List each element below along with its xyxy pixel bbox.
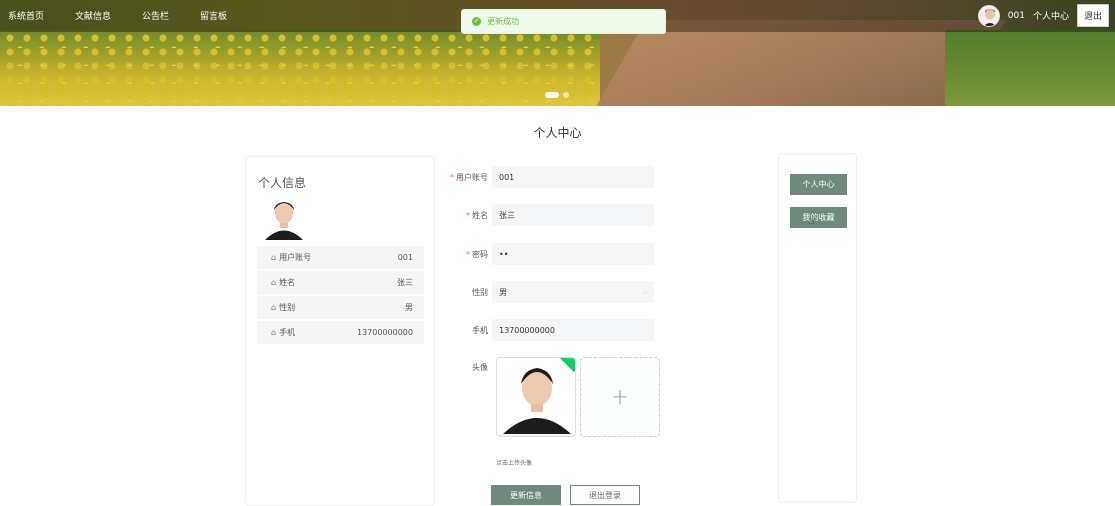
profile-card-title: 个人信息 bbox=[258, 176, 307, 190]
info-label: 姓名 bbox=[279, 278, 296, 287]
home-icon: ⌂ bbox=[271, 253, 277, 262]
form-row-avatar-label: 头像 bbox=[442, 362, 492, 373]
carousel-indicators bbox=[545, 92, 569, 98]
nav-item-home[interactable]: 系统首页 bbox=[8, 9, 44, 22]
form-row-gender: 性别 男 ⌵ bbox=[442, 281, 654, 303]
banner-grass bbox=[945, 30, 1115, 106]
page-title: 个人中心 bbox=[533, 126, 582, 140]
banner-flower-field bbox=[0, 30, 600, 106]
main-nav: 系统首页 文献信息 公告栏 留言板 bbox=[8, 9, 258, 22]
home-icon: ⌂ bbox=[271, 328, 277, 337]
logout-login-button[interactable]: 退出登录 bbox=[570, 485, 640, 505]
user-account: 001 bbox=[1007, 10, 1025, 21]
password-input[interactable]: •• bbox=[492, 243, 654, 265]
name-label: * 姓名 bbox=[466, 210, 488, 220]
info-row-phone: ⌂ 手机 13700000000 bbox=[257, 321, 424, 344]
info-row-gender: ⌂ 性别 男 bbox=[257, 296, 424, 319]
update-info-button[interactable]: 更新信息 bbox=[491, 485, 561, 505]
carousel-dot-active[interactable] bbox=[545, 92, 559, 98]
profile-edit-form: * 用户账号 001 * 姓名 张三 * 密码 •• 性别 男 ⌵ 手机 137000… bbox=[442, 156, 776, 506]
side-menu-user-center[interactable]: 个人中心 bbox=[790, 174, 847, 195]
toast-message: 更新成功 bbox=[487, 17, 519, 26]
info-value: 张三 bbox=[397, 278, 413, 287]
nav-item-literature[interactable]: 文献信息 bbox=[75, 9, 111, 22]
gender-select[interactable]: 男 ⌵ bbox=[492, 281, 654, 303]
form-row-account: * 用户账号 001 bbox=[442, 166, 654, 188]
account-input[interactable]: 001 bbox=[492, 166, 654, 188]
name-input[interactable]: 张三 bbox=[492, 204, 654, 226]
home-icon: ⌂ bbox=[271, 278, 277, 287]
chevron-down-icon: ⌵ bbox=[642, 287, 648, 296]
success-toast: ✓ 更新成功 bbox=[461, 9, 666, 34]
profile-info-list: ⌂ 用户账号 001 ⌂ 姓名 张三 ⌂ 性别 男 ⌂ 手机 13700000000 bbox=[257, 246, 424, 346]
phone-input[interactable]: 13700000000 bbox=[492, 319, 654, 341]
account-label: * 用户账号 bbox=[450, 172, 488, 182]
info-value: 男 bbox=[405, 303, 413, 312]
avatar[interactable] bbox=[977, 4, 1000, 27]
user-center-link[interactable]: 个人中心 bbox=[1033, 9, 1069, 22]
user-area: 001 个人中心 退出 bbox=[977, 4, 1109, 27]
info-value: 13700000000 bbox=[357, 328, 413, 337]
upload-hint: 点击上传头像 bbox=[496, 460, 533, 467]
form-row-phone: 手机 13700000000 bbox=[442, 319, 654, 341]
home-icon: ⌂ bbox=[271, 303, 277, 312]
info-row-account: ⌂ 用户账号 001 bbox=[257, 246, 424, 269]
info-label: 手机 bbox=[279, 328, 296, 337]
profile-info-card: 个人信息 ⌂ 用户账号 001 ⌂ 姓名 张三 ⌂ 性别 男 ⌂ 手机 13700000… bbox=[245, 156, 435, 506]
form-row-password: * 密码 •• bbox=[442, 243, 654, 265]
gender-label: 性别 bbox=[472, 287, 488, 297]
profile-photo bbox=[263, 197, 305, 240]
info-value: 001 bbox=[397, 253, 413, 262]
info-label: 性别 bbox=[279, 303, 296, 312]
avatar-upload: ✓ + bbox=[496, 357, 660, 437]
side-menu-card: 个人中心 我的收藏 bbox=[778, 153, 857, 503]
avatar-thumbnail[interactable]: ✓ bbox=[496, 357, 576, 437]
pointer-cursor-icon: ☝ bbox=[808, 214, 815, 227]
plus-icon: + bbox=[610, 384, 630, 410]
carousel-dot[interactable] bbox=[563, 92, 569, 98]
side-menu-favorites[interactable]: 我的收藏 bbox=[790, 207, 847, 228]
phone-label: 手机 bbox=[472, 325, 488, 335]
info-label: 用户账号 bbox=[279, 253, 312, 262]
form-row-name: * 姓名 张三 bbox=[442, 204, 654, 226]
nav-item-message-board[interactable]: 留言板 bbox=[200, 9, 227, 22]
check-circle-icon: ✓ bbox=[472, 17, 481, 26]
check-icon: ✓ bbox=[567, 357, 574, 362]
upload-add-button[interactable]: + bbox=[580, 357, 660, 437]
avatar-label: 头像 bbox=[472, 363, 488, 372]
gender-select-value: 男 bbox=[499, 287, 507, 297]
nav-item-notice[interactable]: 公告栏 bbox=[142, 9, 169, 22]
logout-button[interactable]: 退出 bbox=[1076, 4, 1109, 27]
info-row-name: ⌂ 姓名 张三 bbox=[257, 271, 424, 294]
password-label: * 密码 bbox=[466, 249, 488, 259]
